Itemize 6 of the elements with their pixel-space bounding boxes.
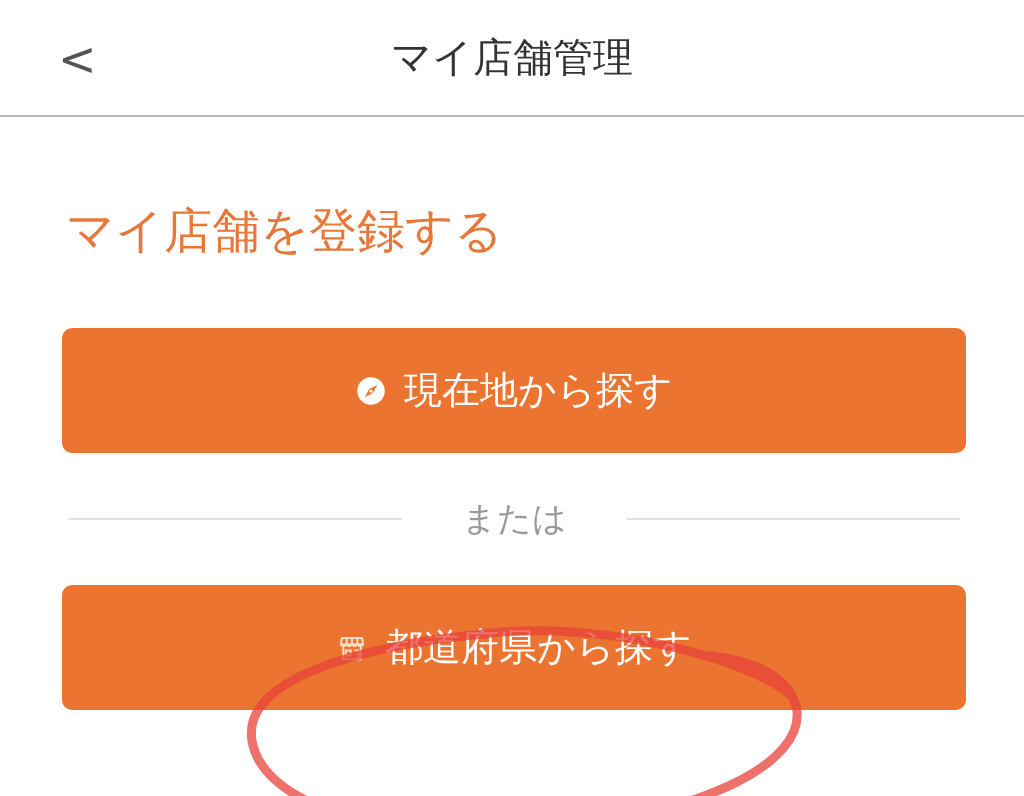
back-button[interactable]: < bbox=[50, 32, 105, 86]
section-heading: マイ店舗を登録する bbox=[66, 203, 504, 259]
search-button[interactable]: 都道府県から探す bbox=[62, 585, 966, 711]
search-button[interactable]: 現在地から探す bbox=[62, 328, 966, 454]
screen-title: マイ店舗管理 bbox=[391, 33, 633, 82]
separator-label: または bbox=[461, 497, 567, 541]
